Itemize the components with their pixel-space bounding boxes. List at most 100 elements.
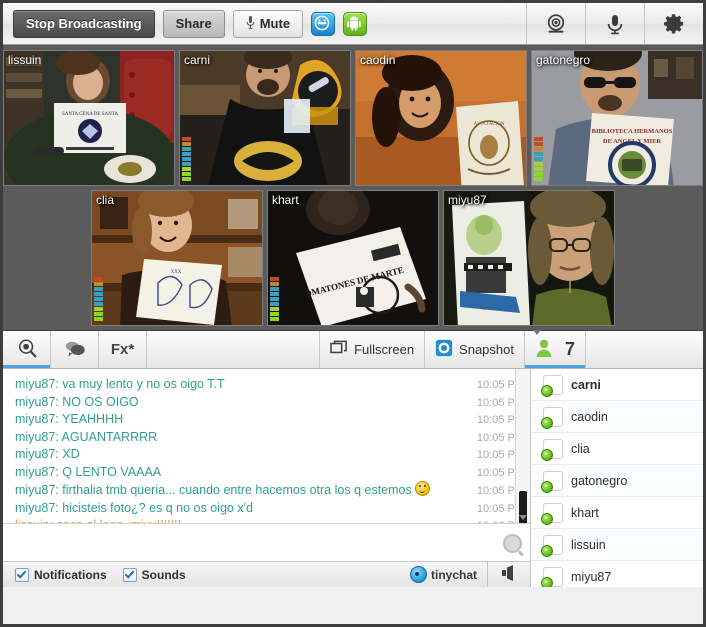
- speaker-icon: [500, 565, 518, 584]
- tinychat-app-window: Stop Broadcasting Share Mute SANTA CENA …: [0, 0, 706, 627]
- toolbar-left-group: Stop Broadcasting Share Mute: [3, 9, 368, 38]
- video-username: miyu87: [448, 193, 487, 207]
- chat-message: miyu87: NO OS OIGO 10:05 PM: [3, 394, 530, 412]
- toolbar-right-group: [526, 3, 703, 44]
- video-row-1: SANTA CENA DE SANTA lissuin carni ASOCIA…: [3, 50, 703, 186]
- user-list-item[interactable]: miyu87: [531, 561, 703, 587]
- svg-text:جديد: جديد: [480, 305, 492, 311]
- avatar: [541, 566, 563, 587]
- video-feed: SANTA CENA DE SANTA: [4, 51, 174, 185]
- online-status-icon: [541, 576, 553, 587]
- chat-footer-bar: Notifications Sounds tinychat: [3, 561, 530, 587]
- tab-fx[interactable]: Fx*: [99, 331, 147, 368]
- ios-app-icon[interactable]: [311, 11, 336, 36]
- snapshot-button[interactable]: Snapshot: [425, 331, 525, 368]
- video-feed: FOTOMATONES DE MARTE: [268, 191, 438, 325]
- microphone-icon: [246, 15, 255, 33]
- scroll-up-indicator-icon: [532, 330, 541, 335]
- user-list-item[interactable]: khart: [531, 497, 703, 529]
- chat-message-text: miyu87: YEAHHHH: [15, 412, 124, 426]
- video-row-2: XXX clia FOTOMATONES DE MARTE khart جديد…: [91, 190, 615, 326]
- user-list-item[interactable]: carni: [531, 369, 703, 401]
- video-feed: XXX: [92, 191, 262, 325]
- chat-message-text: miyu87: AGUANTARRRR: [15, 429, 158, 444]
- chat-message: miyu87: XD 10:05 PM: [3, 446, 530, 464]
- chat-message: miyu87: AGUANTARRRR 10:05 PM: [3, 429, 530, 447]
- search-icon[interactable]: [503, 534, 522, 553]
- tab-chat[interactable]: [51, 331, 99, 368]
- user-list-item[interactable]: gatonegro: [531, 465, 703, 497]
- video-username: carni: [184, 53, 211, 67]
- tinychat-logo-icon: [409, 566, 427, 583]
- video-feed: BIBLIOTECA HERMANOS DE ANGEL Y MIER: [532, 51, 702, 185]
- stop-broadcasting-button[interactable]: Stop Broadcasting: [13, 9, 155, 38]
- chat-message-text: miyu87: va muy lento y no os oigo T.T: [15, 377, 225, 391]
- video-username: khart: [272, 193, 299, 207]
- android-app-icon[interactable]: [343, 11, 368, 36]
- chat-message-text: miyu87: hicisteis foto¿? es q no os oigo…: [15, 500, 253, 515]
- panel-tab-strip: Fx* Fullscreen Snapshot 7: [3, 330, 703, 369]
- chevron-down-icon[interactable]: [519, 515, 527, 520]
- avatar: [541, 406, 563, 429]
- fx-label: Fx*: [110, 341, 135, 358]
- chat-column: miyu87: va muy lento y no os oigo T.T 10…: [3, 369, 531, 587]
- chat-message: miyu87: va muy lento y no os oigo T.T 10…: [3, 376, 530, 394]
- share-button[interactable]: Share: [162, 9, 225, 38]
- video-cell-khart[interactable]: FOTOMATONES DE MARTE khart: [267, 190, 439, 326]
- user-list-item[interactable]: lissuin: [531, 529, 703, 561]
- speech-bubble-icon: [64, 340, 86, 360]
- chat-message-text: miyu87: Q LENTO VAAAA: [15, 464, 162, 479]
- tab-strip-tail: [586, 331, 703, 368]
- gear-icon[interactable]: [644, 3, 703, 44]
- webcam-icon[interactable]: [526, 3, 585, 44]
- video-cell-carni[interactable]: carni: [179, 50, 351, 186]
- video-cell-caodin[interactable]: ASOCIACION caodin: [355, 50, 527, 186]
- notifications-checkbox[interactable]: Notifications: [15, 567, 107, 582]
- user-name: lissuin: [571, 537, 606, 552]
- stop-broadcasting-label: Stop Broadcasting: [26, 16, 142, 31]
- svg-text:BIBLIOTECA HERMANOS: BIBLIOTECA HERMANOS: [592, 128, 673, 135]
- chat-log[interactable]: miyu87: va muy lento y no os oigo T.T 10…: [3, 369, 530, 523]
- video-username: clia: [96, 193, 115, 207]
- microphone-toggle-icon[interactable]: [585, 3, 644, 44]
- user-list-item[interactable]: clia: [531, 433, 703, 465]
- tab-strip-spacer: [147, 331, 321, 368]
- avatar: [541, 534, 563, 557]
- avatar: [541, 438, 563, 461]
- chat-message-text: miyu87: XD: [15, 447, 80, 461]
- volume-button[interactable]: [487, 562, 530, 587]
- mute-button[interactable]: Mute: [232, 9, 304, 38]
- volume-meter: [94, 277, 103, 321]
- video-cell-lissuin[interactable]: SANTA CENA DE SANTA lissuin: [3, 50, 175, 186]
- online-status-icon: [541, 512, 553, 525]
- tab-cams[interactable]: [3, 331, 51, 368]
- tab-people[interactable]: 7: [525, 330, 586, 368]
- fullscreen-button[interactable]: Fullscreen: [320, 331, 426, 368]
- brand-label: tinychat: [430, 567, 477, 582]
- checkbox-checked-icon: [122, 567, 137, 582]
- video-cell-miyu87[interactable]: جديد miyu87: [443, 190, 615, 326]
- camera-search-icon: [17, 338, 37, 361]
- top-toolbar: Stop Broadcasting Share Mute: [3, 3, 703, 45]
- video-stage: SANTA CENA DE SANTA lissuin carni ASOCIA…: [3, 45, 703, 331]
- sounds-label: Sounds: [141, 567, 186, 582]
- chat-input[interactable]: [3, 524, 530, 561]
- video-cell-clia[interactable]: XXX clia: [91, 190, 263, 326]
- online-status-icon: [541, 544, 553, 557]
- sounds-checkbox[interactable]: Sounds: [122, 567, 186, 582]
- video-cell-gatonegro[interactable]: BIBLIOTECA HERMANOS DE ANGEL Y MIER gato…: [531, 50, 703, 186]
- camera-icon: [435, 339, 453, 360]
- video-feed: جديد: [444, 191, 614, 325]
- user-list[interactable]: carni caodin clia gatonegro khart lissui…: [531, 369, 703, 587]
- smiley-emoji-icon: [415, 481, 431, 496]
- tinychat-brand[interactable]: tinychat: [409, 566, 487, 583]
- share-label: Share: [175, 16, 212, 31]
- chat-scrollbar[interactable]: [515, 369, 530, 523]
- fullscreen-label: Fullscreen: [354, 342, 415, 357]
- avatar: [541, 502, 563, 525]
- people-count: 7: [564, 339, 575, 359]
- online-status-icon: [541, 384, 553, 397]
- fullscreen-icon: [330, 340, 348, 359]
- user-list-item[interactable]: caodin: [531, 401, 703, 433]
- avatar: [541, 374, 563, 397]
